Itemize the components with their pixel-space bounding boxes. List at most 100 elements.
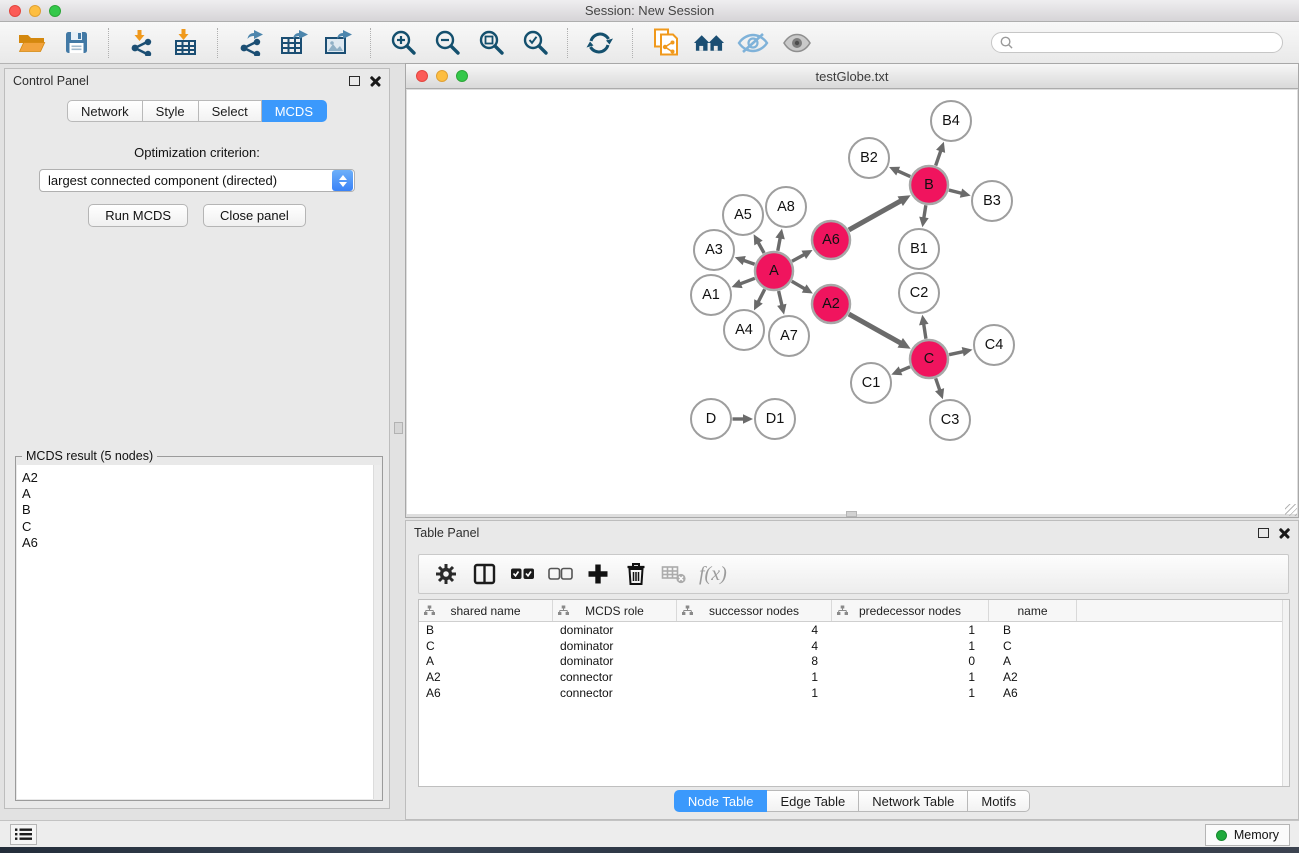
graph-edge-B-B1[interactable]	[919, 205, 928, 227]
graph-node-C3[interactable]: C3	[930, 400, 970, 440]
graph-node-B1[interactable]: B1	[899, 229, 939, 269]
float-panel-icon[interactable]	[1258, 528, 1269, 538]
tab-network-table[interactable]: Network Table	[859, 790, 968, 812]
close-panel-icon[interactable]	[370, 76, 381, 87]
graph-node-A1[interactable]: A1	[691, 275, 731, 315]
graph-edge-D-D1[interactable]	[733, 414, 754, 424]
close-window-button[interactable]	[9, 5, 21, 17]
graph-edge-A-A3[interactable]	[735, 256, 755, 265]
tab-edge-table[interactable]: Edge Table	[767, 790, 859, 812]
search-field[interactable]	[991, 32, 1283, 53]
graph-node-C[interactable]: C	[910, 340, 948, 378]
memory-button[interactable]: Memory	[1205, 824, 1290, 846]
graph-node-C4[interactable]: C4	[974, 325, 1014, 365]
run-mcds-button[interactable]: Run MCDS	[88, 204, 188, 227]
mcds-result-item[interactable]: C	[17, 519, 381, 535]
graph-node-A2[interactable]: A2	[812, 285, 850, 323]
tab-motifs[interactable]: Motifs	[968, 790, 1030, 812]
graph-edge-A-A8[interactable]	[775, 229, 784, 251]
mcds-result-item[interactable]: A2	[17, 470, 381, 486]
table-row[interactable]: Bdominator41B	[419, 622, 1289, 638]
close-panel-icon[interactable]	[1279, 528, 1290, 539]
zoom-in-button[interactable]	[387, 27, 419, 59]
graph-node-A4[interactable]: A4	[724, 310, 764, 350]
tab-node-table[interactable]: Node Table	[674, 790, 768, 812]
graph-node-B2[interactable]: B2	[849, 138, 889, 178]
graph-edge-A-A7[interactable]	[777, 291, 786, 315]
network-zoom-button[interactable]	[456, 70, 468, 82]
column-header-successor-nodes[interactable]: successor nodes	[677, 600, 832, 621]
column-header-predecessor-nodes[interactable]: predecessor nodes	[832, 600, 989, 621]
tab-style[interactable]: Style	[143, 100, 199, 122]
minimize-window-button[interactable]	[29, 5, 41, 17]
graph-node-A7[interactable]: A7	[769, 316, 809, 356]
graph-edge-B-B4[interactable]	[936, 142, 945, 166]
tab-select[interactable]: Select	[199, 100, 262, 122]
close-panel-button[interactable]: Close panel	[203, 204, 306, 227]
table-row[interactable]: Adominator80A	[419, 653, 1289, 669]
column-header-name[interactable]: name	[989, 600, 1077, 621]
export-image-button[interactable]	[322, 27, 354, 59]
table-row[interactable]: A2connector11A2	[419, 669, 1289, 685]
graph-edge-B-B3[interactable]	[949, 188, 971, 197]
graph-edge-A-A5[interactable]	[754, 234, 764, 253]
add-column-button[interactable]	[581, 559, 615, 589]
save-session-button[interactable]	[60, 27, 92, 59]
graph-node-D[interactable]: D	[691, 399, 731, 439]
home-view-button[interactable]	[693, 27, 725, 59]
graph-node-A5[interactable]: A5	[723, 195, 763, 235]
zoom-window-button[interactable]	[49, 5, 61, 17]
show-columns-button[interactable]	[467, 559, 501, 589]
splitter-handle[interactable]	[394, 422, 403, 434]
network-scroll-handle[interactable]	[846, 511, 857, 517]
mcds-result-item[interactable]: A6	[17, 535, 381, 551]
graph-edge-C-C4[interactable]	[949, 347, 972, 356]
graph-edge-C-C3[interactable]	[935, 378, 944, 399]
select-all-button[interactable]	[505, 559, 539, 589]
zoom-out-button[interactable]	[431, 27, 463, 59]
graph-node-A[interactable]: A	[755, 252, 793, 290]
show-graphics-details-button[interactable]	[781, 27, 813, 59]
network-canvas[interactable]: AA1A2A3A4A5A6A7A8BB1B2B3B4CC1C2C3C4DD1	[407, 90, 1297, 514]
open-file-button[interactable]	[16, 27, 48, 59]
graph-node-D1[interactable]: D1	[755, 399, 795, 439]
network-resize-grip[interactable]	[1285, 504, 1297, 516]
apply-layout-button[interactable]	[584, 27, 616, 59]
result-scrollbar[interactable]	[373, 465, 381, 799]
graph-node-C2[interactable]: C2	[899, 273, 939, 313]
tab-mcds[interactable]: MCDS	[262, 100, 327, 122]
graph-edge-B-B2[interactable]	[889, 167, 910, 177]
graph-node-A8[interactable]: A8	[766, 187, 806, 227]
mcds-result-item[interactable]: B	[17, 502, 381, 518]
tab-network[interactable]: Network	[67, 100, 143, 122]
float-panel-icon[interactable]	[349, 76, 360, 86]
network-titlebar[interactable]: testGlobe.txt	[406, 64, 1298, 89]
graph-edge-C-C1[interactable]	[891, 366, 910, 375]
export-table-button[interactable]	[278, 27, 310, 59]
graph-edge-A2-C[interactable]	[849, 314, 911, 349]
column-header-shared-name[interactable]: shared name	[419, 600, 553, 621]
delete-column-button[interactable]	[619, 559, 653, 589]
table-row[interactable]: Cdominator41C	[419, 638, 1289, 654]
network-minimize-button[interactable]	[436, 70, 448, 82]
column-header-MCDS-role[interactable]: MCDS role	[553, 600, 677, 621]
table-row[interactable]: A6connector11A6	[419, 685, 1289, 701]
graph-edge-A-A4[interactable]	[754, 289, 765, 310]
graph-edge-A6-B[interactable]	[849, 195, 911, 230]
hide-graphics-details-button[interactable]	[737, 27, 769, 59]
criterion-dropdown[interactable]: largest connected component (directed)	[39, 169, 355, 192]
graph-node-A3[interactable]: A3	[694, 230, 734, 270]
new-network-from-selection-button[interactable]	[649, 27, 681, 59]
export-network-button[interactable]	[234, 27, 266, 59]
mcds-result-item[interactable]: A	[17, 486, 381, 502]
import-network-button[interactable]	[125, 27, 157, 59]
graph-edge-A-A1[interactable]	[732, 278, 755, 288]
graph-edge-A-A6[interactable]	[792, 250, 813, 261]
import-table-button[interactable]	[169, 27, 201, 59]
network-close-button[interactable]	[416, 70, 428, 82]
search-input[interactable]	[1018, 36, 1274, 50]
graph-edge-C-C2[interactable]	[919, 315, 928, 339]
table-scrollbar[interactable]	[1282, 600, 1289, 786]
table-settings-button[interactable]	[429, 559, 463, 589]
zoom-selected-button[interactable]	[519, 27, 551, 59]
